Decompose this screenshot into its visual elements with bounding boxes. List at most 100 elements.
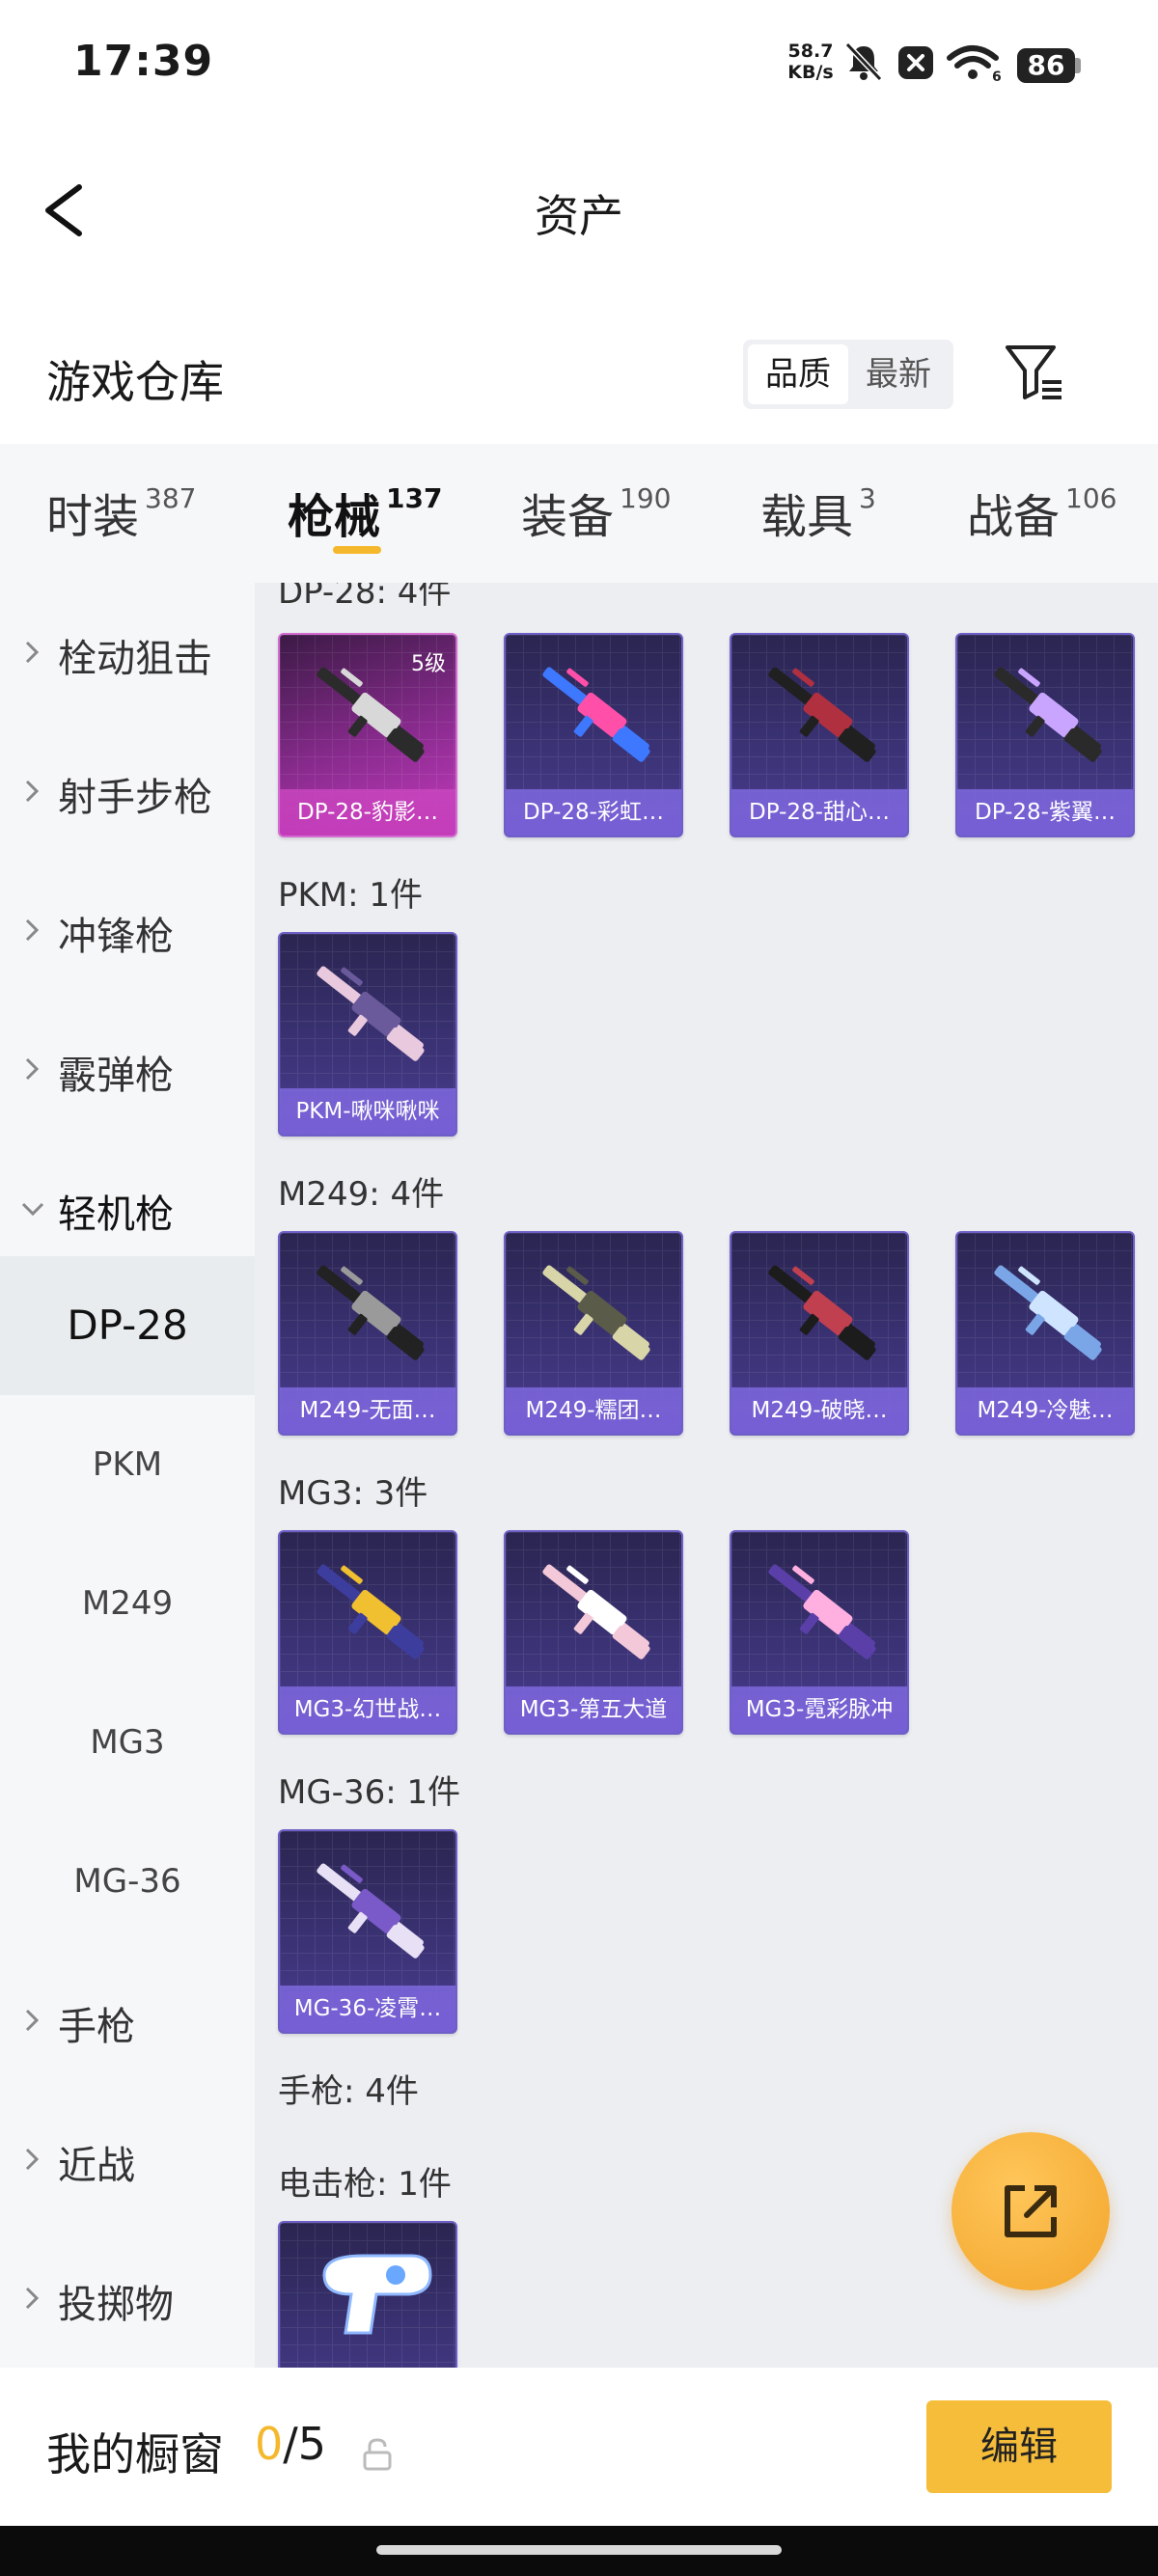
sidebar-subitem-pkm[interactable]: PKM [0,1395,255,1534]
sidebar-item-smg[interactable]: 冲锋枪 [0,861,255,1000]
group-label: 电击枪: 1件 [278,2165,452,2204]
showcase-count-current: 0 [255,2418,284,2470]
tab-count: 3 [859,482,876,514]
showcase-bar: 我的橱窗 0/5 编辑 [0,2368,1158,2526]
sort-newest-button[interactable]: 最新 [848,344,949,404]
tab-count: 190 [620,482,672,514]
tab-label: 载具 [760,490,854,544]
sidebar-subitem-mg36[interactable]: MG-36 [0,1812,255,1951]
page-title: 资产 [535,190,623,242]
sidebar-item-shotgun[interactable]: 霰弹枪 [0,1000,255,1138]
weapon-image [994,1265,1102,1360]
chevron-right-icon [25,918,40,942]
gesture-bar [0,2526,1158,2576]
weapon-image [317,1265,425,1360]
chevron-right-icon [25,2148,40,2171]
weapon-type-sidebar: 栓动狙击 射手步枪 冲锋枪 霰弹枪 轻机枪 DP-28 PKM M249 MG3… [0,583,255,2368]
tab-label: 装备 [521,490,615,544]
warehouse-header: 游戏仓库 品质 最新 [0,328,1158,434]
chevron-right-icon [25,2009,40,2032]
network-speed: 58.7 KB/s [784,41,838,83]
weapon-image [542,1564,650,1659]
sidebar-subitem-dp28[interactable]: DP-28 [0,1256,255,1395]
weapon-card[interactable]: MG3-幻世战… [278,1530,457,1735]
weapon-card[interactable]: PKM-啾咪啾咪 [278,932,457,1137]
tab-firearms[interactable]: 枪械 137 [288,479,442,546]
weapon-card[interactable]: DP-28-甜心… [730,633,909,837]
weapon-name: DP-28-紫翼… [957,789,1133,836]
edit-button[interactable]: 编辑 [926,2400,1112,2493]
sidebar-item-marksman[interactable]: 射手步枪 [0,722,255,861]
weapon-image [317,1564,425,1659]
weapon-card[interactable]: MG3-第五大道 [504,1530,683,1735]
tab-count: 387 [145,482,197,514]
group-label: M249: 4件 [278,1175,445,1214]
group-label: MG-36: 1件 [278,1773,461,1812]
active-tab-indicator [333,546,381,554]
group-label: 手枪: 4件 [278,2072,419,2111]
sidebar-item-label: 轻机枪 [58,1192,174,1237]
sidebar-item-label: 近战 [58,2144,135,2188]
tab-label: 战备 [967,490,1061,544]
sidebar-subitem-m249[interactable]: M249 [0,1534,255,1673]
weapon-card[interactable]: M249-冷魅… [955,1231,1135,1436]
sidebar-item-melee[interactable]: 近战 [0,2090,255,2229]
weapon-card[interactable]: MG-36-凌霄… [278,1829,457,2034]
chevron-down-icon [21,1202,44,1217]
sidebar-subitem-mg3[interactable]: MG3 [0,1673,255,1812]
weapon-name: PKM-啾咪啾咪 [280,1088,455,1135]
chevron-right-icon [25,2287,40,2310]
share-fab[interactable] [951,2132,1110,2290]
tab-count: 106 [1065,482,1117,514]
weapon-name: M249-破晓… [731,1387,907,1434]
weapon-image [768,1564,876,1659]
sidebar-item-label: 手枪 [58,2005,135,2049]
weapon-card[interactable]: 5级 DP-28-豹影… [278,633,457,837]
close-box-icon [898,46,933,79]
weapon-image [994,667,1102,762]
weapon-card[interactable]: MG3-霓彩脉冲 [730,1530,909,1735]
sort-toggle: 品质 最新 [743,340,953,409]
external-share-icon [1005,2185,1057,2237]
weapon-name: DP-28-甜心… [731,789,907,836]
warehouse-title: 游戏仓库 [46,356,224,408]
wifi-icon: 6 [947,45,1002,83]
weapon-card[interactable] [278,2221,457,2368]
weapon-image [542,1265,650,1360]
weapon-card[interactable]: DP-28-彩虹… [504,633,683,837]
tab-tactical[interactable]: 战备 106 [967,479,1117,546]
sidebar-item-bolt-action[interactable]: 栓动狙击 [0,583,255,722]
sidebar-item-pistol[interactable]: 手枪 [0,1951,255,2090]
group-label: PKM: 1件 [278,876,424,915]
chevron-right-icon [25,780,40,803]
tab-vehicles[interactable]: 载具 3 [760,479,876,546]
weapon-name: M249-冷魅… [957,1387,1133,1434]
home-indicator [376,2545,782,2555]
chevron-right-icon [25,1057,40,1081]
filter-list-icon[interactable] [1004,342,1065,403]
stun-gun-image [322,2254,432,2335]
group-label: DP-28: 4件 [278,583,452,612]
weapon-image [317,1863,425,1959]
weapon-card[interactable]: DP-28-紫翼… [955,633,1135,837]
group-label: MG3: 3件 [278,1474,428,1513]
weapon-image [542,667,650,762]
sidebar-item-throwable[interactable]: 投掷物 [0,2229,255,2368]
svg-text:6: 6 [992,69,1002,83]
weapon-image [768,667,876,762]
sidebar-item-label: 栓动狙击 [58,637,212,681]
weapon-card[interactable]: M249-无面… [278,1231,457,1436]
tab-label: 时装 [46,490,140,544]
weapon-card[interactable]: M249-糯团… [504,1231,683,1436]
weapon-image [317,966,425,1061]
weapon-name: MG-36-凌霄… [280,1986,455,2032]
network-speed-value: 58.7 [787,41,834,62]
weapon-grid: DP-28: 4件 5级 DP-28-豹影… DP-28-彩虹… DP-28-甜心… DP… [255,583,1158,2368]
sort-quality-button[interactable]: 品质 [748,344,848,404]
lock-icon [363,2438,392,2471]
sidebar-item-label: 射手步枪 [58,776,212,820]
tab-fashion[interactable]: 时装 387 [46,479,196,546]
weapon-card[interactable]: M249-破晓… [730,1231,909,1436]
category-tabs: 时装 387 枪械 137 装备 190 载具 3 战备 106 [0,444,1158,583]
tab-equipment[interactable]: 装备 190 [521,479,671,546]
